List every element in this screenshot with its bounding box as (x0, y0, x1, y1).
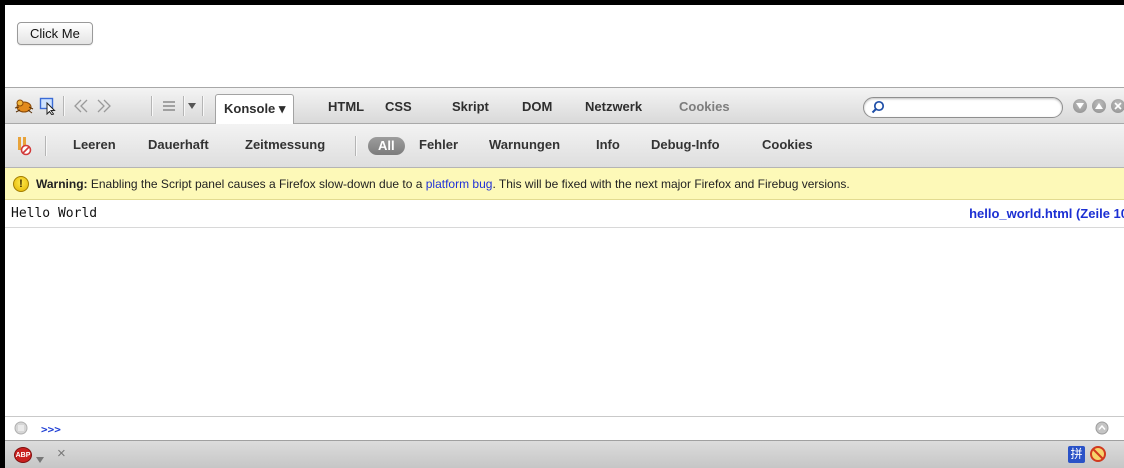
filter-errors-button[interactable]: Fehler (419, 137, 458, 152)
persist-button[interactable]: Dauerhaft (148, 137, 209, 152)
inspect-element-icon[interactable] (37, 95, 59, 117)
ime-input-icon[interactable]: 拼 (1068, 446, 1085, 463)
toolbar-separator (151, 96, 153, 116)
break-on-errors-icon[interactable] (13, 135, 35, 157)
minimize-panel-icon[interactable] (1073, 99, 1087, 113)
firebug-bug-icon[interactable] (13, 95, 35, 117)
close-panel-icon[interactable] (1111, 99, 1124, 113)
warning-bar: ! Warning: Enabling the Script panel cau… (5, 168, 1124, 200)
platform-bug-link[interactable]: platform bug (426, 177, 493, 191)
close-status-icon[interactable]: × (57, 445, 66, 462)
menu-list-icon[interactable] (158, 95, 180, 117)
search-box (863, 97, 1063, 118)
click-me-button[interactable]: Click Me (17, 22, 93, 45)
tab-network[interactable]: Netzwerk (577, 96, 650, 118)
command-prompt: >>> (41, 423, 61, 436)
filter-debug-button[interactable]: Debug-Info (651, 137, 720, 152)
expand-command-editor-icon[interactable] (1095, 421, 1109, 438)
abp-dropdown-icon[interactable] (36, 451, 44, 466)
log-message: Hello World (11, 206, 98, 221)
filter-cookies-button[interactable]: Cookies (762, 137, 813, 152)
toolbar-separator (45, 136, 47, 156)
detach-panel-icon[interactable] (1092, 99, 1106, 113)
warning-icon: ! (13, 176, 29, 192)
blocked-icon[interactable] (1089, 445, 1107, 466)
filter-warnings-button[interactable]: Warnungen (489, 137, 560, 152)
forward-icon[interactable] (93, 95, 115, 117)
command-line: >>> (5, 416, 1124, 440)
clear-button[interactable]: Leeren (73, 137, 116, 152)
tab-cookies[interactable]: Cookies (671, 96, 738, 118)
command-history-icon[interactable] (14, 421, 28, 438)
warning-text-before: Enabling the Script panel causes a Firef… (87, 177, 426, 191)
command-input[interactable] (75, 420, 1039, 438)
tab-console[interactable]: Konsole ▾ (215, 94, 295, 125)
log-row: Hello World hello_world.html (Zeile 10 (5, 200, 1124, 228)
tab-script[interactable]: Skript (444, 96, 497, 118)
status-bar: ABP × 拼 (5, 440, 1124, 468)
search-icon (871, 100, 885, 117)
console-toolbar: Leeren Dauerhaft Zeitmessung All Fehler … (5, 124, 1124, 168)
log-source-link[interactable]: hello_world.html (Zeile 10 (969, 206, 1124, 221)
toolbar-separator (63, 96, 65, 116)
warning-label: Warning: (36, 177, 88, 191)
filter-all-button[interactable]: All (368, 137, 405, 155)
search-input[interactable] (890, 99, 1058, 117)
browser-window: Click Me Konsole ▾ HTML CSS Skript DOM N… (5, 5, 1124, 468)
tab-html[interactable]: HTML (320, 96, 372, 118)
warning-text-after: . This will be fixed with the next major… (492, 177, 850, 191)
tab-dom[interactable]: DOM (514, 96, 560, 118)
back-icon[interactable] (70, 95, 92, 117)
filter-info-button[interactable]: Info (596, 137, 620, 152)
tab-css[interactable]: CSS (377, 96, 420, 118)
toolbar-separator (202, 96, 204, 116)
dropdown-arrow-icon[interactable] (185, 95, 199, 117)
warning-message: Warning: Enabling the Script panel cause… (36, 168, 850, 199)
page-content: Click Me (5, 5, 1124, 87)
adblock-plus-icon[interactable]: ABP (14, 447, 32, 463)
profile-button[interactable]: Zeitmessung (245, 137, 325, 152)
firebug-toolbar: Konsole ▾ HTML CSS Skript DOM Netzwerk C… (5, 87, 1124, 125)
toolbar-separator (355, 136, 357, 156)
